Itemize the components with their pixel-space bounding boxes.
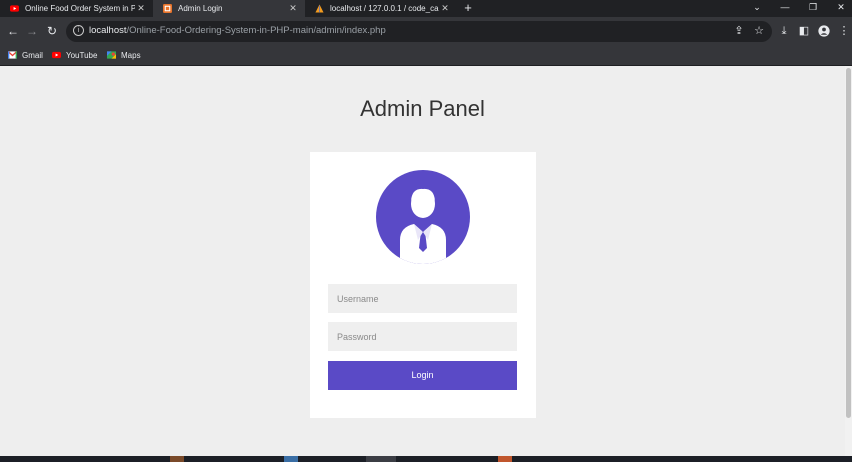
tab-phpmyadmin[interactable]: localhost / 127.0.0.1 / code_cam ✕: [305, 0, 457, 17]
taskbar-app-icon[interactable]: [170, 456, 184, 462]
forward-icon[interactable]: →: [23, 21, 41, 41]
login-card: Login: [310, 152, 536, 418]
tab-youtube[interactable]: Online Food Order System in PH ✕: [0, 0, 153, 17]
tab-search-icon[interactable]: ⌄: [742, 0, 772, 17]
bookmark-youtube[interactable]: YouTube: [52, 48, 97, 62]
restore-icon[interactable]: ❐: [798, 0, 828, 17]
tab-admin-login[interactable]: Admin Login ✕: [153, 0, 305, 17]
close-window-icon[interactable]: ✕: [826, 0, 852, 17]
login-button[interactable]: Login: [328, 361, 517, 390]
url-path: /Online-Food-Ordering-System-in-PHP-main…: [126, 25, 386, 36]
site-icon: [163, 4, 172, 13]
close-tab-icon[interactable]: ✕: [439, 3, 451, 14]
youtube-icon: [10, 5, 19, 12]
minimize-icon[interactable]: —: [770, 0, 800, 17]
close-tab-icon[interactable]: ✕: [287, 3, 299, 14]
tab-title: localhost / 127.0.0.1 / code_cam: [330, 4, 439, 13]
bookmark-gmail[interactable]: Gmail: [8, 48, 43, 62]
reload-icon[interactable]: ↻: [43, 21, 61, 41]
bookmark-star-icon[interactable]: ☆: [751, 23, 767, 39]
tab-title: Online Food Order System in PH: [25, 4, 135, 13]
bookmark-maps[interactable]: Maps: [107, 48, 141, 62]
side-panel-icon[interactable]: ◧: [796, 23, 812, 39]
share-icon[interactable]: ⇪: [731, 23, 747, 39]
back-icon[interactable]: ←: [4, 21, 22, 41]
username-field[interactable]: [328, 284, 517, 313]
url-text[interactable]: localhost/Online-Food-Ordering-System-in…: [89, 25, 386, 36]
download-icon[interactable]: ⤓: [776, 23, 792, 39]
admin-avatar-icon: [376, 170, 470, 264]
gmail-icon: [8, 51, 17, 59]
password-field[interactable]: [328, 322, 517, 351]
url-host: localhost: [89, 25, 127, 36]
profile-icon[interactable]: [816, 23, 832, 39]
address-bar[interactable]: i localhost/Online-Food-Ordering-System-…: [66, 21, 772, 42]
youtube-icon: [52, 51, 61, 59]
tab-strip: Online Food Order System in PH ✕ Admin L…: [0, 0, 852, 17]
maps-icon: [107, 51, 116, 59]
close-tab-icon[interactable]: ✕: [135, 3, 147, 14]
taskbar-app-icon[interactable]: [498, 456, 512, 462]
bookmark-label: Maps: [121, 50, 141, 60]
site-info-icon[interactable]: i: [73, 25, 84, 36]
new-tab-button[interactable]: +: [461, 0, 475, 17]
bookmark-label: Gmail: [22, 50, 43, 60]
scrollbar-thumb[interactable]: [846, 68, 851, 418]
bookmarks-bar: Gmail YouTube Maps: [0, 45, 852, 66]
page-content: Admin Panel Login: [0, 66, 845, 456]
menu-icon[interactable]: ⋮: [836, 23, 852, 39]
os-taskbar: [0, 456, 852, 462]
page-scrollbar[interactable]: [845, 66, 852, 456]
taskbar-app-icon[interactable]: [366, 456, 396, 462]
taskbar-app-icon[interactable]: [284, 456, 298, 462]
tab-title: Admin Login: [178, 4, 223, 13]
bookmark-label: YouTube: [66, 50, 98, 60]
browser-toolbar: ← → ↻ i localhost/Online-Food-Ordering-S…: [0, 17, 852, 45]
page-title: Admin Panel: [360, 96, 485, 121]
phpmyadmin-icon: [315, 4, 324, 13]
